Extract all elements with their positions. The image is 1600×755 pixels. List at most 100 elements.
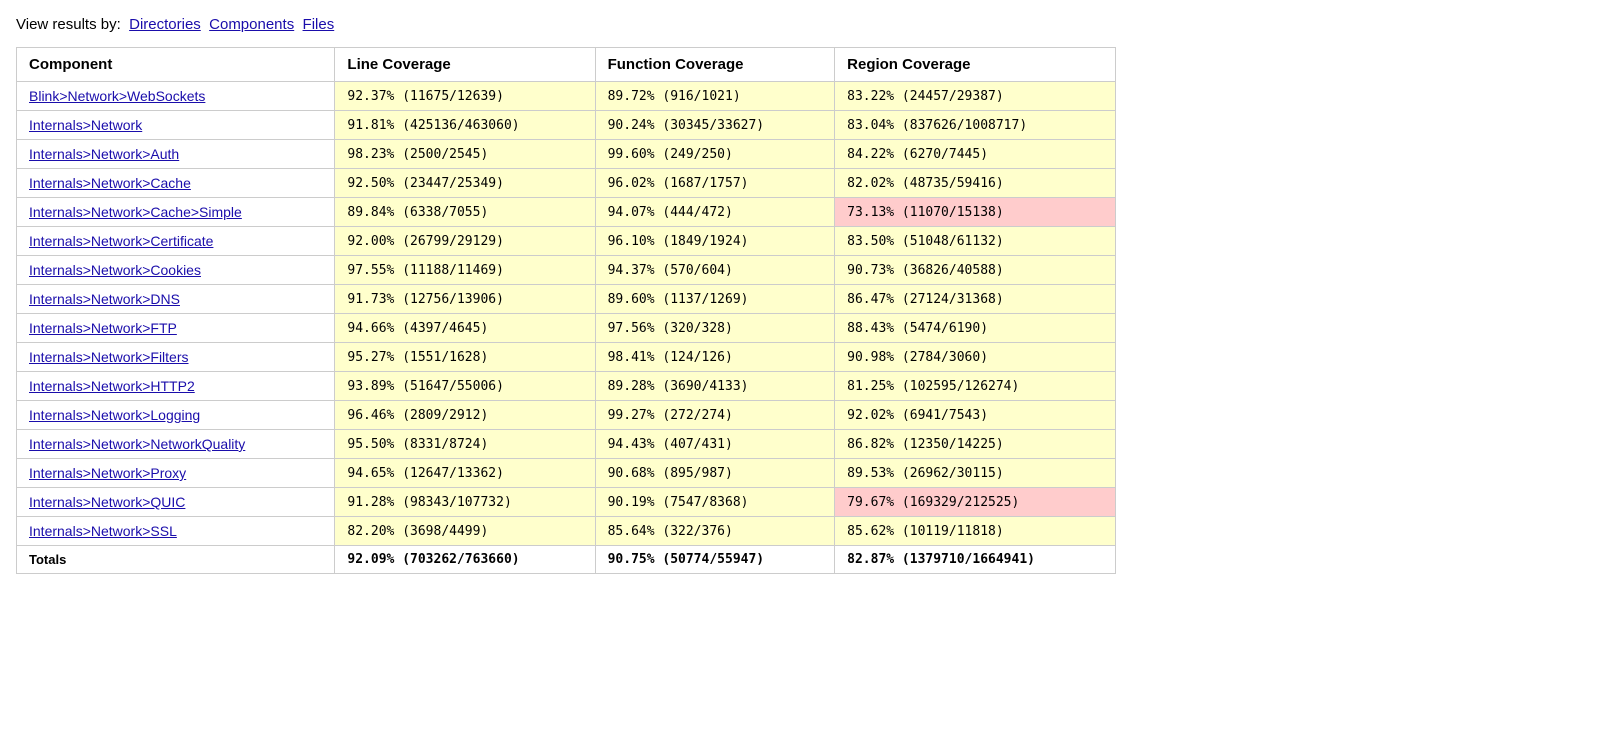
cell-component: Internals>Network>Certificate	[17, 227, 335, 256]
cell-region-coverage: 73.13% (11070/15138)	[835, 198, 1116, 227]
directories-link[interactable]: Directories	[129, 16, 201, 33]
coverage-table: Component Line Coverage Function Coverag…	[16, 47, 1116, 574]
cell-function-coverage: 97.56% (320/328)	[595, 314, 835, 343]
component-link[interactable]: Internals>Network	[29, 117, 142, 133]
component-link[interactable]: Internals>Network>Cache	[29, 175, 191, 191]
cell-component: Internals>Network>HTTP2	[17, 372, 335, 401]
table-row: Internals>Network>NetworkQuality 95.50% (…	[17, 430, 1116, 459]
cell-line-coverage: 95.50% (8331/8724)	[335, 430, 595, 459]
component-link[interactable]: Internals>Network>DNS	[29, 291, 180, 307]
cell-component: Internals>Network>Proxy	[17, 459, 335, 488]
cell-function-coverage: 90.24% (30345/33627)	[595, 111, 835, 140]
table-row: Internals>Network>SSL82.20% (3698/4499)8…	[17, 517, 1116, 546]
cell-function-coverage: 90.19% (7547/8368)	[595, 488, 835, 517]
component-link[interactable]: Internals>Network>NetworkQuality	[29, 436, 245, 452]
table-row: Internals>Network>Cache 92.50% (23447/253…	[17, 169, 1116, 198]
cell-region-coverage: 89.53% (26962/30115)	[835, 459, 1116, 488]
table-row: Blink>Network>WebSockets 92.37% (11675/12…	[17, 82, 1116, 111]
cell-function-coverage: 98.41% (124/126)	[595, 343, 835, 372]
cell-region-coverage: 83.50% (51048/61132)	[835, 227, 1116, 256]
cell-component: Internals>Network>DNS	[17, 285, 335, 314]
cell-region-coverage: 79.67% (169329/212525)	[835, 488, 1116, 517]
cell-function-coverage: 94.07% (444/472)	[595, 198, 835, 227]
cell-function-coverage: 90.68% (895/987)	[595, 459, 835, 488]
component-link[interactable]: Blink>Network>WebSockets	[29, 88, 205, 104]
table-row: Internals>Network>HTTP293.89% (51647/550…	[17, 372, 1116, 401]
cell-region-coverage: 90.98% (2784/3060)	[835, 343, 1116, 372]
cell-region-coverage: 92.02% (6941/7543)	[835, 401, 1116, 430]
header-component: Component	[17, 48, 335, 82]
header-region-coverage: Region Coverage	[835, 48, 1116, 82]
cell-region-coverage: 82.02% (48735/59416)	[835, 169, 1116, 198]
cell-line-coverage: 92.37% (11675/12639)	[335, 82, 595, 111]
cell-region-coverage: 88.43% (5474/6190)	[835, 314, 1116, 343]
component-link[interactable]: Internals>Network>Logging	[29, 407, 200, 423]
cell-function-coverage: 94.37% (570/604)	[595, 256, 835, 285]
totals-component: Totals	[17, 546, 335, 574]
cell-component: Internals>Network>Logging	[17, 401, 335, 430]
cell-component: Internals>Network>Filters	[17, 343, 335, 372]
totals-func: 90.75% (50774/55947)	[595, 546, 835, 574]
view-results-bar: View results by: Directories Components …	[16, 16, 1584, 33]
component-link[interactable]: Internals>Network>Filters	[29, 349, 189, 365]
cell-line-coverage: 98.23% (2500/2545)	[335, 140, 595, 169]
cell-function-coverage: 99.60% (249/250)	[595, 140, 835, 169]
cell-component: Internals>Network>FTP	[17, 314, 335, 343]
cell-function-coverage: 89.60% (1137/1269)	[595, 285, 835, 314]
cell-component: Internals>Network>Auth	[17, 140, 335, 169]
component-link[interactable]: Internals>Network>Auth	[29, 146, 179, 162]
totals-region: 82.87% (1379710/1664941)	[835, 546, 1116, 574]
component-link[interactable]: Internals>Network>Cache>Simple	[29, 204, 242, 220]
cell-component: Internals>Network>Cache	[17, 169, 335, 198]
component-link[interactable]: Internals>Network>HTTP2	[29, 378, 195, 394]
table-row: Internals>Network>Auth 98.23% (2500/2545)…	[17, 140, 1116, 169]
header-line-coverage: Line Coverage	[335, 48, 595, 82]
table-row: Internals>Network>Proxy 94.65% (12647/133…	[17, 459, 1116, 488]
component-link[interactable]: Internals>Network>Certificate	[29, 233, 213, 249]
components-link[interactable]: Components	[209, 16, 294, 33]
cell-region-coverage: 90.73% (36826/40588)	[835, 256, 1116, 285]
table-row: Internals>Network>Cookies97.55% (11188/1…	[17, 256, 1116, 285]
totals-row: Totals92.09% (703262/763660)90.75% (5077…	[17, 546, 1116, 574]
cell-region-coverage: 83.04% (837626/1008717)	[835, 111, 1116, 140]
cell-region-coverage: 85.62% (10119/11818)	[835, 517, 1116, 546]
cell-function-coverage: 96.02% (1687/1757)	[595, 169, 835, 198]
cell-line-coverage: 92.50% (23447/25349)	[335, 169, 595, 198]
cell-component: Internals>Network>Cache>Simple	[17, 198, 335, 227]
cell-line-coverage: 96.46% (2809/2912)	[335, 401, 595, 430]
cell-region-coverage: 86.47% (27124/31368)	[835, 285, 1116, 314]
table-header-row: Component Line Coverage Function Coverag…	[17, 48, 1116, 82]
cell-function-coverage: 96.10% (1849/1924)	[595, 227, 835, 256]
table-row: Internals>Network>Filters95.27% (1551/16…	[17, 343, 1116, 372]
table-row: Internals>Network>Logging 96.46% (2809/29…	[17, 401, 1116, 430]
table-row: Internals>Network 91.81% (425136/463060)9…	[17, 111, 1116, 140]
cell-line-coverage: 94.65% (12647/13362)	[335, 459, 595, 488]
cell-component: Internals>Network>Cookies	[17, 256, 335, 285]
cell-function-coverage: 89.28% (3690/4133)	[595, 372, 835, 401]
component-link[interactable]: Internals>Network>SSL	[29, 523, 177, 539]
totals-line: 92.09% (703262/763660)	[335, 546, 595, 574]
component-link[interactable]: Internals>Network>Proxy	[29, 465, 186, 481]
cell-component: Blink>Network>WebSockets	[17, 82, 335, 111]
cell-line-coverage: 82.20% (3698/4499)	[335, 517, 595, 546]
header-function-coverage: Function Coverage	[595, 48, 835, 82]
table-row: Internals>Network>QUIC 91.28% (98343/1077…	[17, 488, 1116, 517]
files-link[interactable]: Files	[303, 16, 335, 33]
component-link[interactable]: Internals>Network>FTP	[29, 320, 177, 336]
cell-function-coverage: 99.27% (272/274)	[595, 401, 835, 430]
cell-line-coverage: 91.73% (12756/13906)	[335, 285, 595, 314]
component-link[interactable]: Internals>Network>QUIC	[29, 494, 185, 510]
table-row: Internals>Network>Cache>Simple89.84% (63…	[17, 198, 1116, 227]
view-results-label: View results by:	[16, 16, 121, 33]
cell-region-coverage: 86.82% (12350/14225)	[835, 430, 1116, 459]
cell-component: Internals>Network>QUIC	[17, 488, 335, 517]
cell-line-coverage: 91.28% (98343/107732)	[335, 488, 595, 517]
cell-region-coverage: 83.22% (24457/29387)	[835, 82, 1116, 111]
table-row: Internals>Network>FTP94.66% (4397/4645)9…	[17, 314, 1116, 343]
cell-function-coverage: 89.72% (916/1021)	[595, 82, 835, 111]
cell-line-coverage: 91.81% (425136/463060)	[335, 111, 595, 140]
component-link[interactable]: Internals>Network>Cookies	[29, 262, 201, 278]
cell-function-coverage: 85.64% (322/376)	[595, 517, 835, 546]
cell-component: Internals>Network>NetworkQuality	[17, 430, 335, 459]
cell-region-coverage: 84.22% (6270/7445)	[835, 140, 1116, 169]
